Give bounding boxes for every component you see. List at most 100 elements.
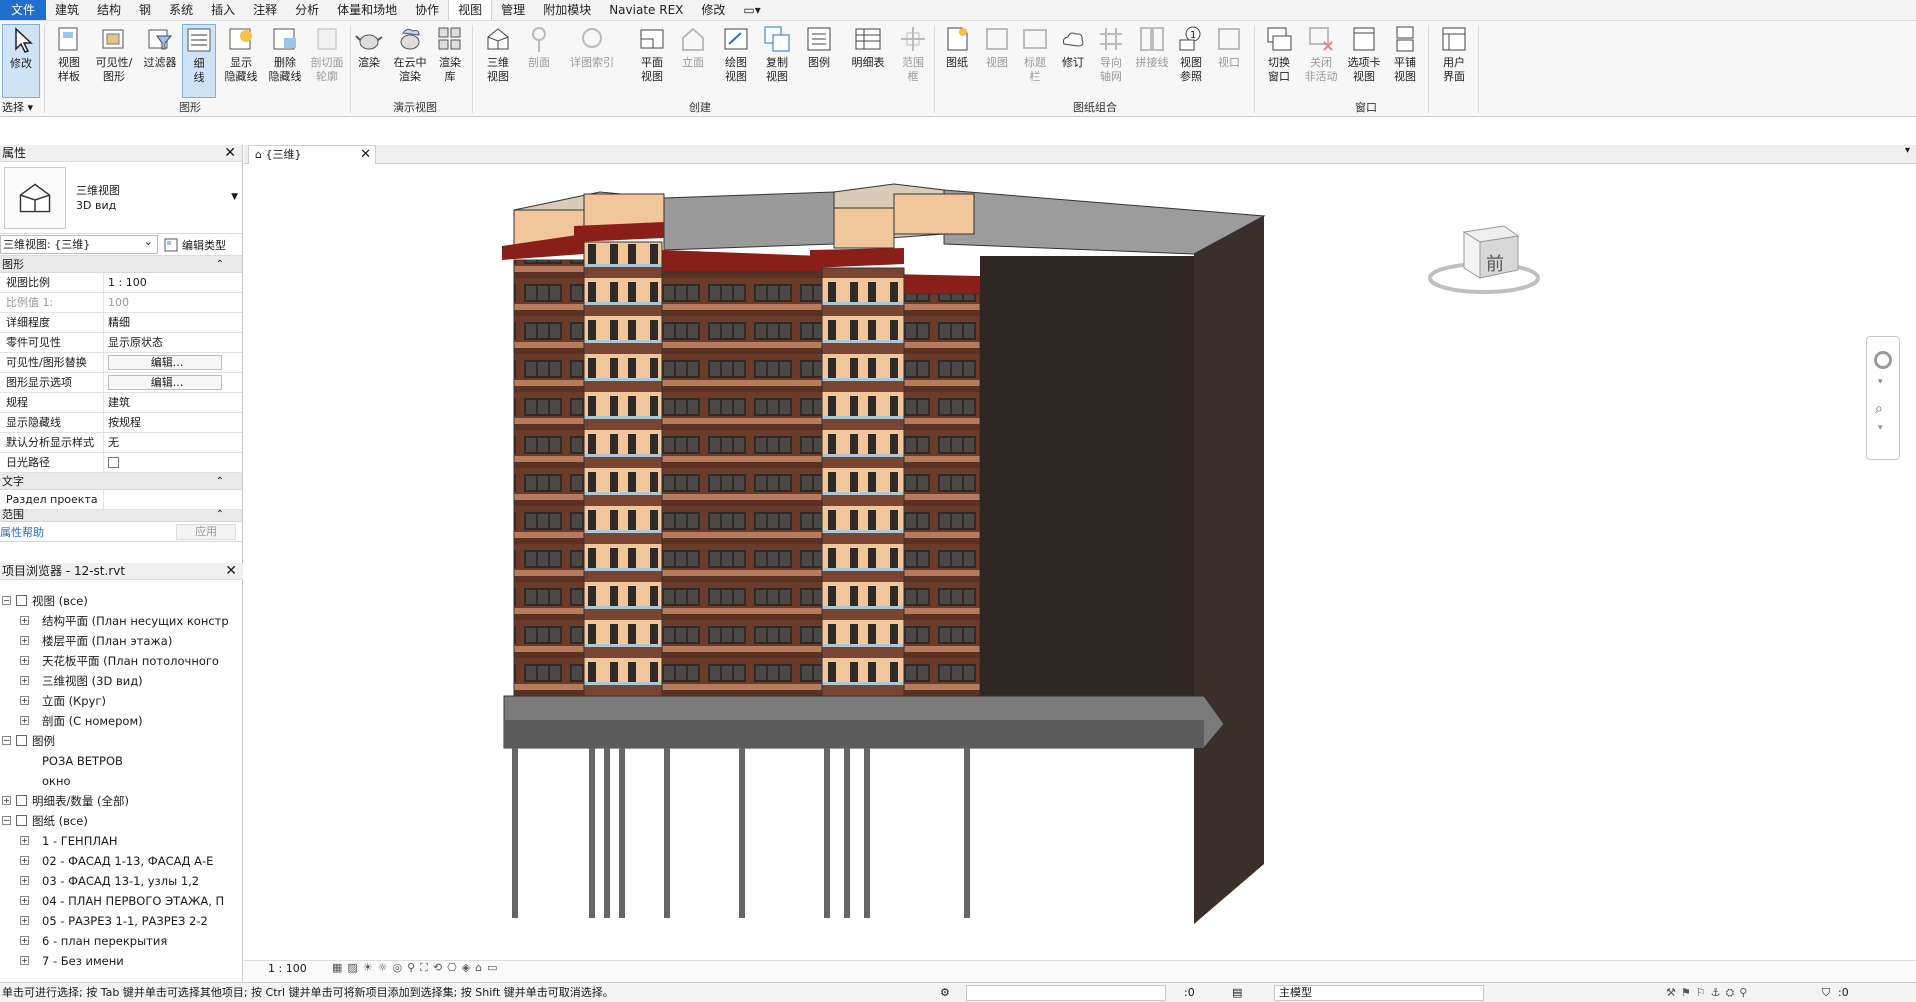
expand-icon[interactable]: +: [2, 796, 11, 805]
property-row[interactable]: Раздел проекта: [0, 490, 242, 510]
menu-item[interactable]: 钢: [130, 0, 160, 20]
browser-item[interactable]: +7 - Без имени: [0, 951, 243, 971]
expand-icon[interactable]: +: [20, 956, 29, 965]
section-button[interactable]: 剖面: [522, 24, 556, 70]
property-row[interactable]: 规程 建筑: [0, 393, 242, 413]
cut-profile-button[interactable]: 剖切面 轮廓: [306, 24, 348, 84]
plan-views-button[interactable]: 平面 视图: [632, 24, 672, 84]
workset-icon[interactable]: ⚙: [940, 983, 950, 1002]
render-button[interactable]: 渲染: [352, 24, 386, 70]
expand-icon[interactable]: +: [20, 896, 29, 905]
scope-box-button[interactable]: 范围 框: [896, 24, 930, 84]
schedules-button[interactable]: 明细表: [844, 24, 892, 70]
browser-item[interactable]: + 结构平面 (План несущих констр: [0, 611, 243, 631]
apply-button[interactable]: 应用: [176, 523, 236, 540]
filter-icon[interactable]: ⛉: [1822, 983, 1830, 1002]
selection-toggle-icons[interactable]: ⚒⚑⚐⚓⛭⚲: [1666, 983, 1752, 1002]
workset-selector[interactable]: [966, 985, 1166, 1001]
switch-windows-button[interactable]: 切换 窗口: [1260, 24, 1298, 84]
browser-item[interactable]: +6 - план перекрытия: [0, 931, 243, 951]
render-gallery-button[interactable]: 渲染 库: [432, 24, 468, 84]
instance-selector[interactable]: 三维视图: {三维}: [0, 233, 158, 254]
expand-icon[interactable]: +: [20, 676, 29, 685]
property-row[interactable]: 显示隐藏线 按规程: [0, 413, 242, 433]
browser-item[interactable]: + 明细表/数量 (全部): [0, 791, 243, 811]
browser-item[interactable]: +03 - ФАСАД 13-1, узлы 1,2: [0, 871, 243, 891]
property-value[interactable]: 1 : 100: [104, 273, 220, 292]
view-scale[interactable]: 1 : 100: [268, 962, 307, 975]
filters-button[interactable]: 过滤器: [140, 24, 180, 70]
property-value[interactable]: 显示原状态: [104, 333, 220, 352]
property-value[interactable]: 100: [104, 293, 220, 312]
collapse-icon[interactable]: ⌃: [216, 256, 224, 273]
3d-view-button[interactable]: 三维 视图: [478, 24, 518, 84]
tile-views-button[interactable]: 平铺 视图: [1388, 24, 1422, 84]
cloud-render-button[interactable]: 在云中 渲染: [388, 24, 432, 84]
browser-item[interactable]: + 三维视图 (3D вид): [0, 671, 243, 691]
callout-button[interactable]: 详图索引: [566, 24, 618, 70]
close-icon[interactable]: ✕: [360, 146, 371, 164]
browser-item[interactable]: + 剖面 (С номером): [0, 711, 243, 731]
close-inactive-button[interactable]: 关闭 非活动: [1302, 24, 1340, 84]
property-row[interactable]: 可见性/图形替换 编辑...: [0, 353, 242, 373]
property-row[interactable]: 详细程度 精细: [0, 313, 242, 333]
browser-item[interactable]: − 视图 (все): [0, 591, 243, 611]
menu-item[interactable]: 结构: [88, 0, 130, 20]
chevron-down-icon[interactable]: ▾: [1878, 423, 1883, 433]
menu-item[interactable]: 视图: [448, 0, 493, 20]
sun-path-checkbox[interactable]: [108, 457, 119, 468]
expand-icon[interactable]: +: [20, 716, 29, 725]
property-row[interactable]: 零件可见性 显示原状态: [0, 333, 242, 353]
steering-wheel-icon[interactable]: [1874, 351, 1892, 369]
group-text[interactable]: 文字 ⌃: [0, 473, 242, 490]
browser-item[interactable]: + 楼层平面 (План этажа): [0, 631, 243, 651]
elevation-button[interactable]: 立面: [676, 24, 710, 70]
3d-viewport[interactable]: 前 ▾ ⌕ ▾: [244, 164, 1916, 960]
property-value[interactable]: 按规程: [104, 413, 220, 432]
menu-item[interactable]: 系统: [160, 0, 202, 20]
guide-grid-button[interactable]: 导向 轴网: [1094, 24, 1128, 84]
menu-item[interactable]: 注释: [244, 0, 286, 20]
browser-item[interactable]: +05 - РАЗРЕЗ 1-1, РАЗРЕЗ 2-2: [0, 911, 243, 931]
matchline-button[interactable]: 拼接线: [1132, 24, 1172, 70]
browser-item[interactable]: +1 - ГЕНПЛАН: [0, 831, 243, 851]
menu-item[interactable]: 管理: [492, 0, 534, 20]
close-icon[interactable]: ✕: [225, 563, 237, 580]
browser-item[interactable]: + 立面 (Круг): [0, 691, 243, 711]
close-icon[interactable]: ✕: [224, 145, 236, 162]
view-templates-button[interactable]: 视图 样板: [50, 24, 88, 84]
sheet-button[interactable]: 图纸: [940, 24, 974, 70]
edit-button[interactable]: 编辑...: [108, 355, 222, 370]
thin-lines-button[interactable]: 细 线: [182, 24, 216, 98]
group-extents[interactable]: 范围 ⌃: [0, 509, 242, 522]
menu-item[interactable]: 文件: [0, 0, 47, 20]
group-graphics[interactable]: 图形 ⌃: [0, 256, 242, 273]
menu-item[interactable]: 修改: [692, 0, 734, 20]
viewports-button[interactable]: 视口: [1212, 24, 1246, 70]
property-row[interactable]: 比例值 1: 100: [0, 293, 242, 313]
type-selector[interactable]: 三维视图 3D вид ▼: [0, 162, 242, 234]
design-option-selector[interactable]: 主模型: [1274, 985, 1484, 1001]
zoom-icon[interactable]: ⌕: [1875, 401, 1883, 417]
chevron-down-icon[interactable]: ▾: [1878, 377, 1883, 387]
drafting-view-button[interactable]: 绘图 视图: [718, 24, 754, 84]
collapse-icon[interactable]: ⌃: [216, 510, 224, 520]
expand-icon[interactable]: +: [20, 876, 29, 885]
viewcube-front-label[interactable]: 前: [1486, 250, 1504, 276]
property-value[interactable]: 精细: [104, 313, 220, 332]
expand-icon[interactable]: +: [20, 936, 29, 945]
place-view-button[interactable]: 视图: [980, 24, 1014, 70]
view-control-icons[interactable]: ▦▨☀☼◎⚲⛶⟲⎔◈⌂▭: [332, 961, 503, 975]
menu-item[interactable]: 插入: [202, 0, 244, 20]
revisions-button[interactable]: 修订: [1056, 24, 1090, 70]
modify-button[interactable]: 修改: [2, 24, 40, 98]
show-hidden-lines-button[interactable]: 显示 隐藏线: [220, 24, 262, 84]
property-value[interactable]: [104, 490, 220, 509]
browser-item[interactable]: − 图例: [0, 731, 243, 751]
duplicate-view-button[interactable]: 复制 视图: [758, 24, 796, 84]
expand-icon[interactable]: +: [20, 696, 29, 705]
expand-icon[interactable]: +: [20, 916, 29, 925]
user-interface-button[interactable]: 用户 界面: [1434, 24, 1474, 84]
properties-help-link[interactable]: 属性帮助: [0, 524, 44, 540]
expand-icon[interactable]: +: [20, 616, 29, 625]
